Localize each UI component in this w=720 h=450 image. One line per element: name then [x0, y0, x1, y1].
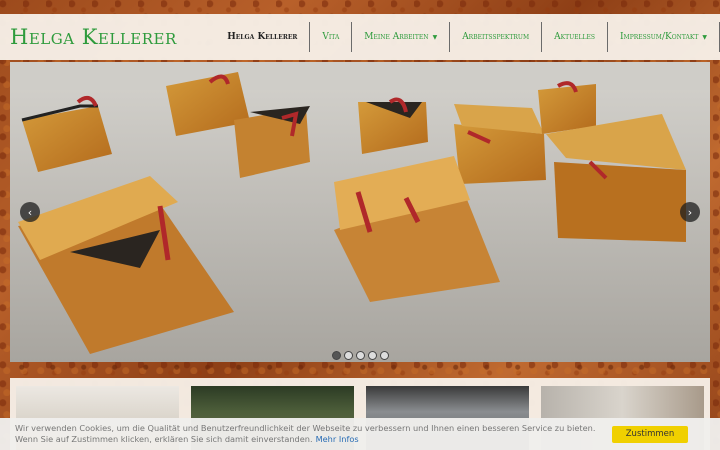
nav-label: Arbeitsspektrum: [462, 32, 530, 42]
next-slide-button[interactable]: ›: [680, 202, 700, 222]
site-header: Helga Kellerer Helga Kellerer Vita Meine…: [0, 14, 720, 60]
main-nav: Helga Kellerer Vita Meine Arbeiten ▼ Arbe…: [215, 14, 720, 60]
nav-item-vita[interactable]: Vita: [310, 22, 351, 52]
nav-item-impressum[interactable]: Impressum/Kontakt ▼: [608, 22, 719, 52]
slide-dot-5[interactable]: [379, 351, 389, 360]
nav-label: Impressum/Kontakt: [620, 32, 699, 42]
slider-pagination: [10, 351, 710, 360]
nav-item-arbeitsspektrum[interactable]: Arbeitsspektrum: [450, 22, 541, 52]
nav-label: Meine Arbeiten: [364, 32, 429, 42]
image-slider[interactable]: ‹ ›: [10, 62, 710, 362]
caret-down-icon: ▼: [432, 33, 438, 41]
site-logo[interactable]: Helga Kellerer: [10, 25, 205, 49]
cookie-banner: Wir verwenden Cookies, um die Qualität u…: [0, 418, 720, 450]
cookie-message: Wir verwenden Cookies, um die Qualität u…: [0, 423, 612, 445]
slide-dot-4[interactable]: [367, 351, 377, 360]
prev-slide-button[interactable]: ‹: [20, 202, 40, 222]
nav-label: Aktuelles: [554, 32, 595, 42]
nav-item-home[interactable]: Helga Kellerer: [215, 22, 309, 52]
caret-down-icon: ▼: [702, 33, 707, 41]
cookie-more-info-link[interactable]: Mehr Infos: [316, 434, 359, 444]
nav-item-aktuelles[interactable]: Aktuelles: [542, 22, 607, 52]
slide-image: [10, 62, 710, 362]
cookie-text: Wir verwenden Cookies, um die Qualität u…: [15, 423, 596, 444]
slide-dot-3[interactable]: [355, 351, 365, 360]
nav-label: Helga Kellerer: [227, 32, 298, 42]
slide-dot-2[interactable]: [343, 351, 353, 360]
nav-label: Vita: [322, 32, 340, 42]
slide-dot-1[interactable]: [331, 351, 341, 360]
nav-item-meine-arbeiten[interactable]: Meine Arbeiten ▼: [352, 22, 449, 52]
cookie-accept-button[interactable]: Zustimmen: [612, 425, 688, 443]
